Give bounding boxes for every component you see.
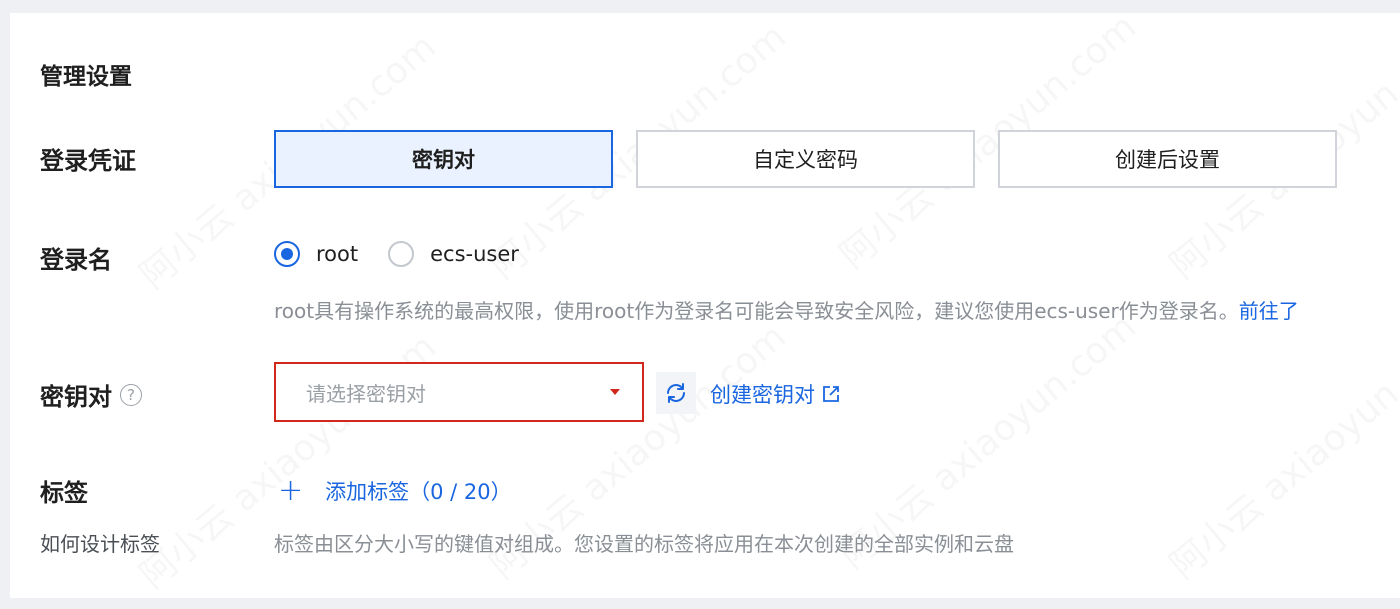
login-name-hint: root具有操作系统的最高权限，使用root作为登录名可能会导致安全风险，建议您…: [274, 295, 1299, 324]
key-pair-select[interactable]: 请选择密钥对: [274, 362, 644, 422]
key-pair-select-placeholder: 请选择密钥对: [306, 381, 426, 406]
add-tag-label: 添加标签（0 / 20）: [325, 480, 512, 504]
credential-option-keypair[interactable]: 密钥对: [274, 130, 613, 188]
caret-down-icon: [610, 389, 620, 395]
login-name-hint-text: root具有操作系统的最高权限，使用root作为登录名可能会导致安全风险，建议您…: [274, 299, 1239, 323]
radio-root-label: root: [316, 242, 359, 266]
credential-option-custom-password[interactable]: 自定义密码: [636, 130, 975, 188]
login-name-radio-group: root ecs-user: [274, 241, 549, 267]
tags-label: 标签: [40, 479, 88, 507]
external-link-icon: [823, 386, 839, 402]
section-title: 管理设置: [40, 64, 132, 90]
login-name-hint-link[interactable]: 前往了: [1239, 299, 1299, 323]
add-tag-button[interactable]: + 添加标签（0 / 20）: [278, 476, 512, 506]
radio-checked-icon: [274, 241, 300, 267]
credential-label: 登录凭证: [40, 147, 136, 175]
plus-icon: +: [278, 473, 304, 508]
help-icon[interactable]: ?: [120, 383, 142, 406]
radio-ecs-user-label: ecs-user: [430, 242, 519, 266]
how-to-design-tags-link[interactable]: 如何设计标签: [40, 528, 160, 557]
radio-unchecked-icon: [388, 241, 415, 267]
management-settings-panel: 阿小云 axiaoyun.com 阿小云 axiaoyun.com 阿小云 ax…: [10, 13, 1400, 598]
create-key-pair-text: 创建密钥对: [710, 383, 815, 407]
key-pair-label: 密钥对 ?: [40, 377, 142, 412]
credential-option-set-later[interactable]: 创建后设置: [998, 130, 1337, 188]
create-key-pair-link[interactable]: 创建密钥对: [710, 379, 841, 409]
key-pair-label-text: 密钥对: [40, 383, 112, 411]
radio-ecs-user[interactable]: ecs-user: [388, 241, 519, 267]
watermark: 阿小云 axiaoyun.com: [1157, 309, 1400, 588]
radio-root[interactable]: root: [274, 241, 358, 267]
refresh-icon: [667, 383, 685, 403]
login-name-label: 登录名: [40, 246, 112, 274]
refresh-button[interactable]: [656, 372, 696, 414]
tags-hint: 标签由区分大小写的键值对组成。您设置的标签将应用在本次创建的全部实例和云盘: [274, 532, 1014, 556]
